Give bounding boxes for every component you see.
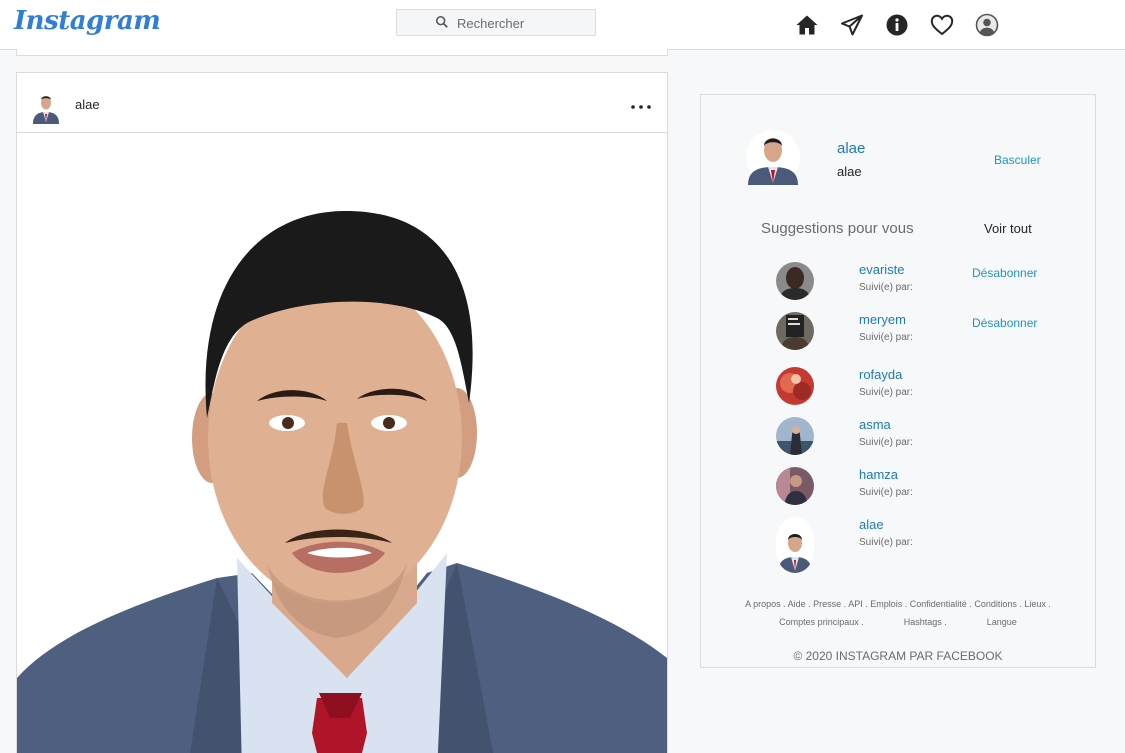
footer-link-terms[interactable]: Conditions . [974,599,1022,609]
suggestions-sidebar: alae alae Basculer Suggestions pour vous… [700,94,1096,668]
suggestion-avatar[interactable] [776,417,814,455]
home-icon[interactable] [795,13,819,37]
current-user-name[interactable]: alae [837,140,865,157]
switch-account-link[interactable]: Basculer [994,153,1041,167]
post-author-username[interactable]: alae [75,97,100,112]
search-box[interactable] [396,9,596,36]
current-user-avatar[interactable] [746,123,800,185]
suggestion-username[interactable]: hamza [859,467,898,482]
previous-post-edge [16,49,668,56]
footer-link-press[interactable]: Presse . [813,599,846,609]
unfollow-button[interactable]: Désabonner [972,266,1037,280]
top-nav: Instagram [0,0,1125,50]
footer-link-help[interactable]: Aide . [788,599,811,609]
suggestion-item: asma Suivi(e) par: [701,417,1095,467]
copyright-text: © 2020 INSTAGRAM PAR FACEBOOK [793,649,1003,663]
suggestion-username[interactable]: alae [859,517,884,532]
footer-link-about[interactable]: A propos . [745,599,786,609]
suggestion-avatar[interactable] [776,312,814,350]
suggestion-avatar[interactable] [776,262,814,300]
footer-link-locations[interactable]: Lieux . [1024,599,1051,609]
see-all-link[interactable]: Voir tout [984,221,1032,236]
footer-link-jobs[interactable]: Emplois . [870,599,907,609]
footer-link-privacy[interactable]: Confidentialité . [910,599,972,609]
footer-link-hashtags[interactable]: Hashtags . [904,617,947,627]
suggestion-avatar[interactable] [776,367,814,405]
more-icon[interactable] [629,95,653,111]
suggestions-title: Suggestions pour vous [761,220,914,237]
suggestion-followed-by: Suivi(e) par: [859,387,913,398]
suggestion-avatar[interactable] [776,517,814,573]
suggestion-username[interactable]: rofayda [859,367,902,382]
suggestion-item: evariste Suivi(e) par: Désabonner [701,262,1095,312]
info-icon[interactable] [885,13,909,37]
footer-link-language[interactable]: Langue [987,617,1017,627]
post-header: alae [17,73,667,133]
profile-icon[interactable] [975,13,999,37]
post-photo[interactable] [17,133,667,753]
suggestion-item: rofayda Suivi(e) par: [701,367,1095,417]
suggestion-avatar[interactable] [776,467,814,505]
post-card: alae [16,72,668,753]
suggestion-followed-by: Suivi(e) par: [859,332,913,343]
unfollow-button[interactable]: Désabonner [972,316,1037,330]
current-user-handle: alae [837,164,862,179]
suggestion-item: alae Suivi(e) par: [701,517,1095,573]
footer-link-api[interactable]: API . [848,599,868,609]
instagram-logo[interactable]: Instagram [14,6,161,36]
footer-link-top-accounts[interactable]: Comptes principaux . [779,617,864,627]
suggestion-followed-by: Suivi(e) par: [859,282,913,293]
suggestion-followed-by: Suivi(e) par: [859,537,913,548]
send-icon[interactable] [840,13,864,37]
suggestion-username[interactable]: meryem [859,312,906,327]
suggestion-item: hamza Suivi(e) par: [701,467,1095,517]
search-input[interactable] [457,13,587,33]
post-author-avatar[interactable] [32,84,60,124]
suggestion-followed-by: Suivi(e) par: [859,437,913,448]
suggestion-username[interactable]: evariste [859,262,905,277]
suggestion-item: meryem Suivi(e) par: Désabonner [701,312,1095,362]
heart-icon[interactable] [930,13,954,37]
footer-links: A propos . Aide . Presse . API . Emplois… [721,595,1075,631]
suggestion-username[interactable]: asma [859,417,891,432]
search-icon [435,15,448,28]
suggestion-followed-by: Suivi(e) par: [859,487,913,498]
